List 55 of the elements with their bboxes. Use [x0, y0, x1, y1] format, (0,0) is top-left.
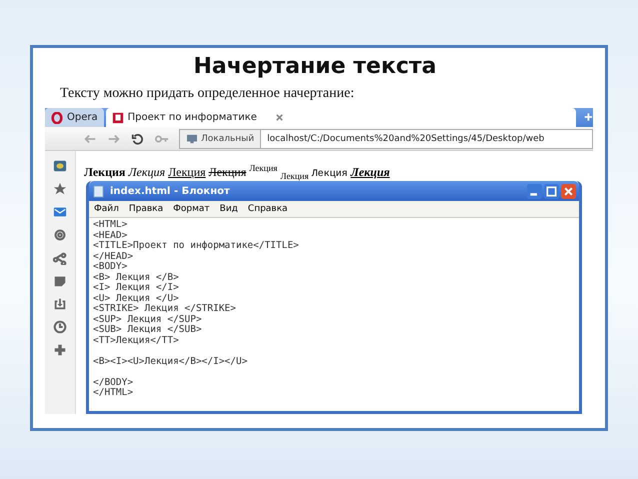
formatted-word: Лекция	[128, 165, 166, 179]
security-badge[interactable]: Локальный	[180, 130, 262, 148]
notepad-icon	[92, 184, 105, 198]
formatted-word: Лекция	[249, 163, 278, 173]
code-line: </HTML>	[93, 388, 134, 398]
code-line: <HEAD>	[93, 230, 128, 241]
address-field[interactable]: Локальный localhost/C:/Documents%20and%20Settings/45/Desktop/web	[179, 128, 593, 149]
code-line: <TITLE>Проект по информатике</TITLE>	[93, 241, 299, 252]
tray-icon[interactable]	[53, 297, 67, 311]
code-line: <SUP> Лекция </SUP>	[93, 314, 202, 325]
clock-icon[interactable]	[53, 320, 67, 334]
note-icon[interactable]	[53, 274, 67, 288]
star-icon[interactable]	[53, 182, 67, 196]
code-line: <STRIKE> Лекция </STRIKE>	[93, 304, 236, 314]
settings-icon[interactable]	[53, 228, 67, 242]
code-line: <SUB> Лекция </SUB>	[93, 325, 202, 336]
maximize-icon[interactable]	[544, 184, 559, 198]
minimize-icon[interactable]	[527, 184, 542, 198]
formatted-word: Лекция	[208, 165, 246, 179]
envelope-icon[interactable]	[53, 205, 67, 219]
menu-item[interactable]: Вид	[220, 204, 238, 214]
plus-icon[interactable]	[53, 343, 67, 357]
menu-item[interactable]: Правка	[128, 204, 164, 214]
menu-item[interactable]: Формат	[173, 204, 210, 214]
close-icon[interactable]	[561, 184, 576, 198]
reload-icon[interactable]	[131, 132, 145, 146]
ring-icon	[51, 112, 63, 124]
code-line: <U> Лекция </U>	[93, 294, 179, 304]
code-line: <B> Лекция </B>	[93, 272, 179, 283]
url-text: localhost/C:/Documents%20and%20Settings/45/Desktop/web	[266, 134, 544, 144]
formatted-word: Лекция	[280, 171, 309, 182]
slide-subtitle: Тексту можно придать определенное начертание:	[60, 86, 354, 102]
code-line: <BODY>	[93, 262, 128, 272]
code-line: <B><I><U>Лекция</B></I></U>	[93, 356, 248, 367]
formatted-word: Лекция	[312, 169, 348, 180]
window-title: index.html - Блокнот	[110, 186, 231, 196]
code-line: <HTML>	[93, 220, 128, 230]
code-line: <I> Лекция </I>	[93, 283, 179, 294]
nodes-icon[interactable]	[53, 251, 67, 265]
formatted-word: Лекция	[350, 165, 390, 179]
code-line: </BODY>	[93, 378, 134, 388]
plus-icon[interactable]	[584, 111, 593, 124]
slide-title: Начертание текста	[193, 54, 437, 80]
formatted-word: Лекция	[168, 165, 206, 179]
code-line: </HEAD>	[93, 252, 134, 262]
monitor-icon	[186, 134, 198, 144]
code-line: <TT>Лекция</TT>	[93, 336, 179, 346]
browser-tab[interactable]: Проект по информатике	[106, 108, 576, 128]
menu-item[interactable]: Справка	[248, 204, 288, 214]
menu-button[interactable]: Opera	[45, 108, 104, 128]
formatted-word: Лекция	[84, 165, 126, 179]
close-icon[interactable]	[274, 113, 284, 122]
menu-item[interactable]: Файл	[94, 204, 119, 214]
page-icon	[112, 112, 124, 124]
dial-icon[interactable]	[53, 159, 67, 173]
